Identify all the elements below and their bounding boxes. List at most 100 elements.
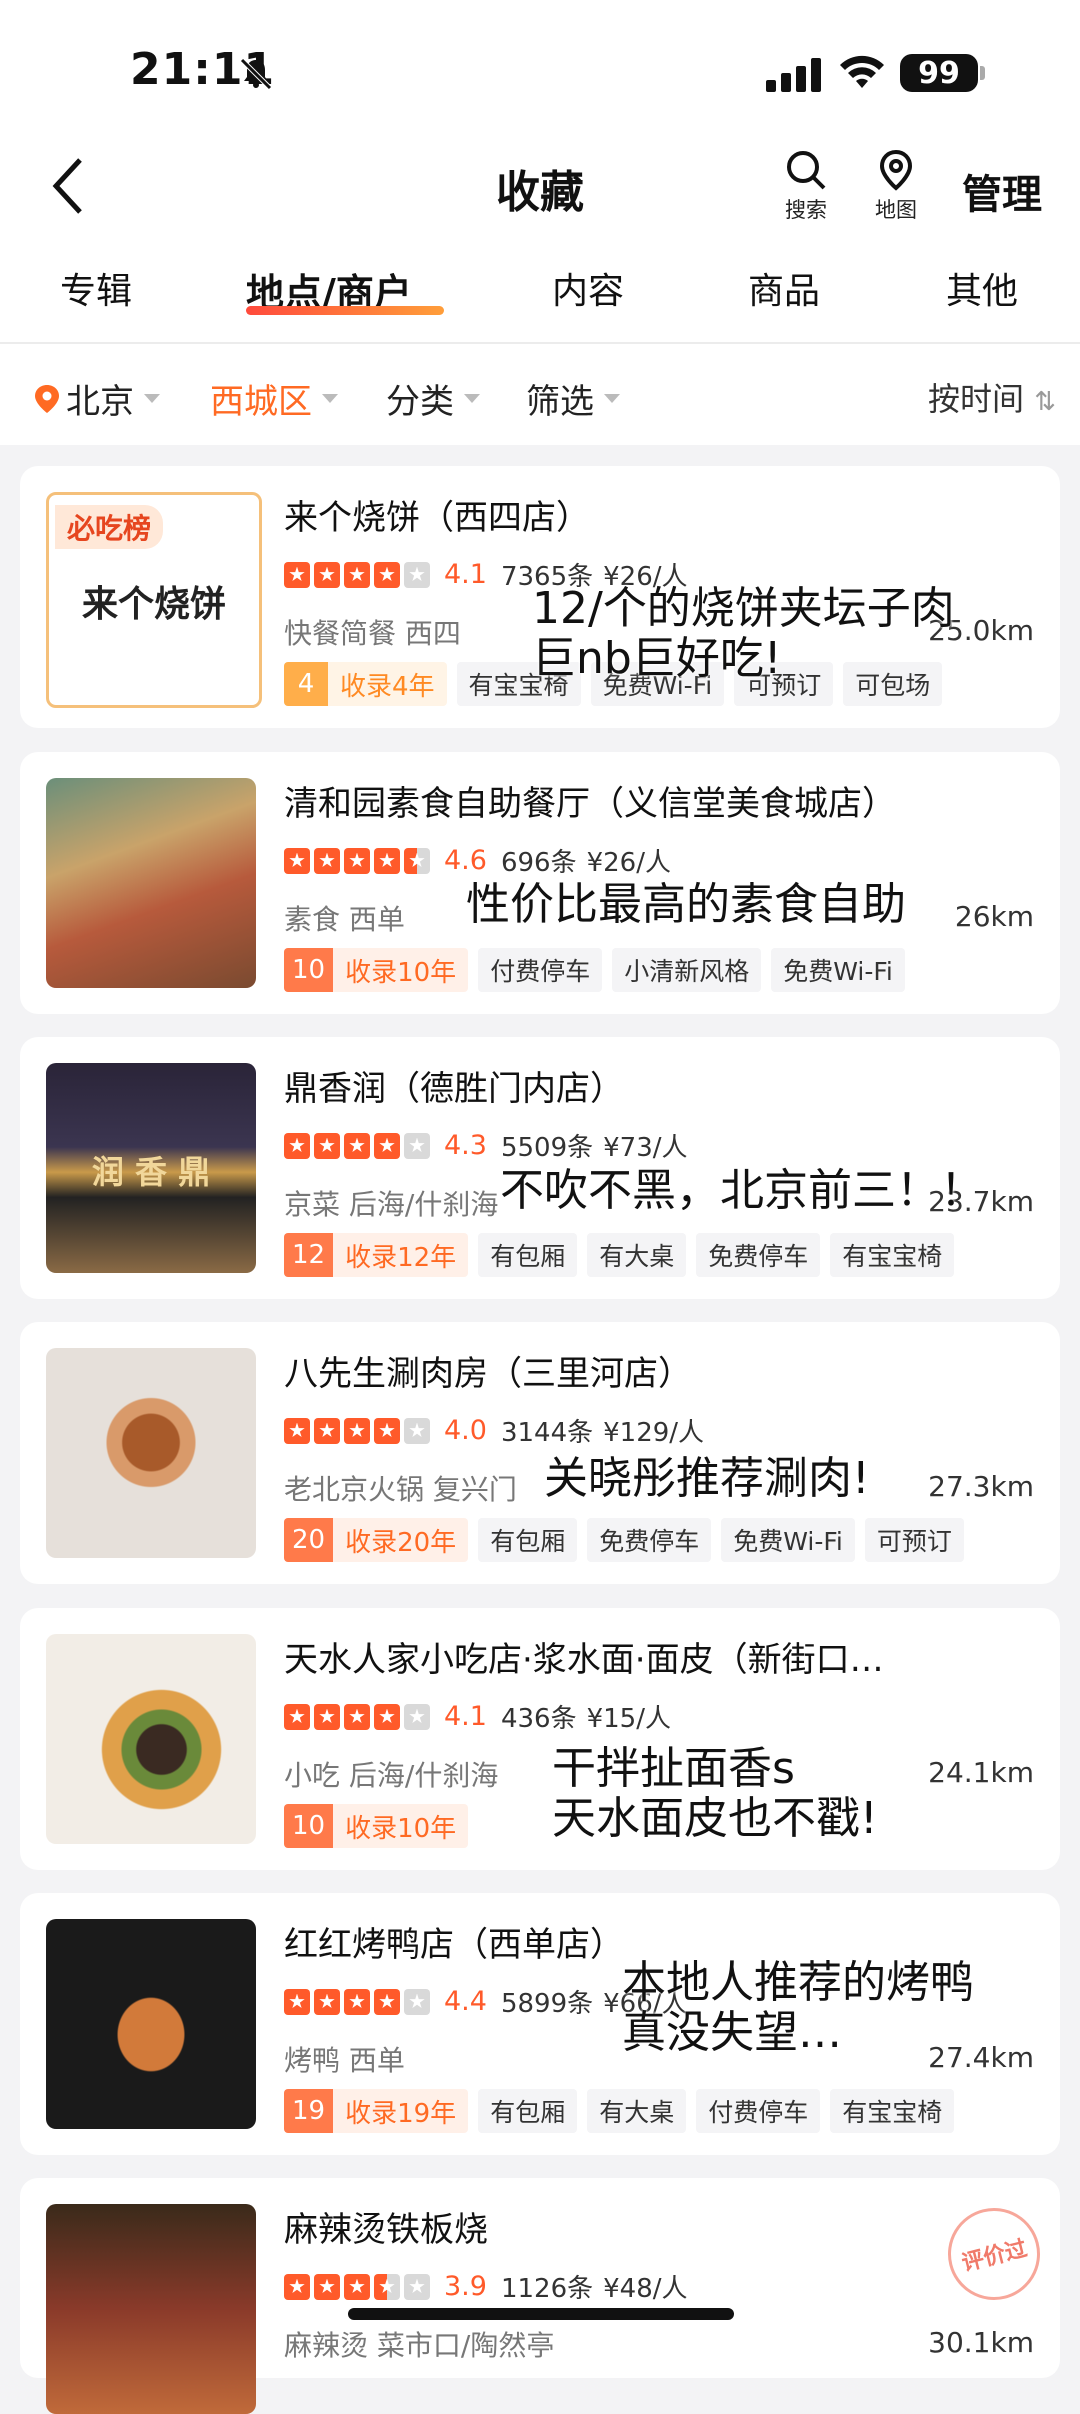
- saved-years-number: 19: [284, 2089, 334, 2133]
- tag-row: 10 收录10年 付费停车 小清新风格 免费Wi-Fi: [284, 948, 915, 992]
- saved-years-badge: 19 收录19年: [284, 2089, 469, 2133]
- star-icon: [374, 1703, 400, 1730]
- tab-goods[interactable]: 商品: [748, 262, 820, 314]
- star-icon: [404, 1417, 430, 1444]
- star-icon: [374, 1988, 400, 2015]
- caret-down-icon: [144, 394, 160, 403]
- review-count: 3144条: [500, 1418, 594, 1448]
- star-icon: [284, 1417, 310, 1444]
- rating-row: 4.0 3144条 ¥129/人: [284, 1412, 704, 1449]
- home-indicator: [348, 2308, 734, 2320]
- caret-down-icon: [322, 394, 338, 403]
- feature-tag: 免费Wi-Fi: [771, 948, 905, 992]
- star-rating: [284, 1132, 434, 1159]
- city-label: 北京: [66, 382, 134, 422]
- shop-name[interactable]: 鼎香润（德胜门内店）: [284, 1061, 624, 1110]
- handwritten-note: 不吹不黑，北京前三！！: [500, 1165, 984, 1216]
- rating-score: 4.1: [444, 1701, 487, 1732]
- star-icon: [404, 847, 430, 874]
- district-filter[interactable]: 西城区: [210, 374, 338, 423]
- shop-thumbnail: [46, 2204, 256, 2414]
- tab-content[interactable]: 内容: [552, 262, 624, 314]
- feature-tag: 付费停车: [696, 2089, 821, 2133]
- manage-button[interactable]: 管理: [962, 162, 1042, 220]
- category-filter[interactable]: 分类: [386, 374, 480, 423]
- feature-tag: 有大桌: [587, 2089, 687, 2133]
- battery-icon: 99: [900, 54, 978, 92]
- star-icon: [284, 847, 310, 874]
- rating-row: 4.3 5509条 ¥73/人: [284, 1127, 688, 1164]
- shop-name[interactable]: 红红烤鸭店（西单店）: [284, 1917, 624, 1966]
- shop-name[interactable]: 麻辣烫铁板烧: [284, 2202, 488, 2251]
- rating-score: 4.0: [444, 1415, 487, 1446]
- saved-years-label: 收录20年: [333, 1518, 469, 1562]
- caret-down-icon: [604, 394, 620, 403]
- map-label: 地图: [875, 198, 917, 222]
- shop-category: 京菜 后海/什刹海: [284, 1188, 499, 1221]
- star-icon: [344, 847, 370, 874]
- saved-years-number: 12: [284, 1233, 334, 1277]
- review-count: 5899条: [500, 1989, 594, 2019]
- feature-tag: 免费Wi-Fi: [721, 1518, 855, 1562]
- star-icon: [404, 561, 430, 588]
- handwritten-note: 干拌扯面香s 天水面皮也不戳!: [552, 1743, 878, 1844]
- reviewed-stamp: 评价过: [938, 2198, 1050, 2310]
- rating-row: 4.6 696条 ¥26/人: [284, 842, 671, 879]
- star-icon: [314, 1988, 340, 2015]
- search-button[interactable]: 搜索: [766, 148, 846, 224]
- distance: 27.3km: [928, 1470, 1034, 1503]
- shop-thumbnail: 必吃榜 来个烧饼: [46, 492, 262, 708]
- price-per-person: ¥15/人: [586, 1704, 671, 1734]
- list-item[interactable]: 天水人家小吃店·浆水面·面皮（新街口… 4.1 436条 ¥15/人小吃 后海/什刹海…: [20, 1608, 1060, 1870]
- price-per-person: ¥73/人: [603, 1133, 688, 1163]
- rating-row: 4.1 436条 ¥15/人: [284, 1698, 671, 1735]
- screen-filter[interactable]: 筛选: [526, 374, 620, 423]
- star-icon: [284, 1988, 310, 2015]
- sort-button[interactable]: 按时间 ⇅: [928, 374, 1056, 420]
- map-button[interactable]: 地图: [856, 148, 936, 224]
- shop-thumbnail: [46, 1634, 256, 1844]
- star-rating: [284, 1988, 434, 2015]
- star-icon: [374, 2273, 400, 2300]
- distance: 26km: [954, 900, 1034, 933]
- star-icon: [314, 1703, 340, 1730]
- saved-years-label: 收录10年: [333, 948, 469, 992]
- feature-tag: 可预订: [864, 1518, 964, 1562]
- caret-down-icon: [464, 394, 480, 403]
- saved-years-label: 收录12年: [333, 1233, 469, 1277]
- star-icon: [374, 1132, 400, 1159]
- status-bar: 21:11 99: [0, 0, 1080, 140]
- city-filter[interactable]: 北京: [34, 374, 160, 423]
- star-icon: [344, 1988, 370, 2015]
- shop-thumbnail: 润 香 鼎: [46, 1063, 256, 1273]
- list-item[interactable]: 麻辣烫铁板烧 3.9 1126条 ¥48/人 麻辣烫 菜市口/陶然亭 30.1km 评价过: [20, 2178, 1060, 2414]
- saved-years-badge: 4 收录4年: [284, 662, 447, 706]
- shop-name[interactable]: 清和园素食自助餐厅（义信堂美食城店）: [284, 776, 896, 825]
- active-tab-indicator: [246, 306, 444, 315]
- star-icon: [404, 1703, 430, 1730]
- rating-row: 3.9 1126条 ¥48/人: [284, 2268, 688, 2305]
- feature-tag: 有包厢: [478, 1233, 578, 1277]
- shop-name[interactable]: 天水人家小吃店·浆水面·面皮（新街口…: [284, 1632, 884, 1681]
- saved-years-label: 收录19年: [333, 2089, 469, 2133]
- sort-label: 按时间: [928, 380, 1025, 418]
- star-icon: [284, 1132, 310, 1159]
- star-icon: [314, 561, 340, 588]
- tab-album[interactable]: 专辑: [60, 262, 132, 314]
- feature-tag: 有宝宝椅: [830, 2089, 955, 2133]
- shop-name[interactable]: 来个烧饼（西四店）: [284, 490, 590, 539]
- star-icon: [314, 2273, 340, 2300]
- signal-icon: [766, 58, 821, 92]
- star-rating: [284, 2273, 434, 2300]
- feature-tag: 有大桌: [587, 1233, 687, 1277]
- saved-years-number: 20: [284, 1518, 334, 1562]
- review-count: 1126条: [500, 2274, 594, 2304]
- tab-other[interactable]: 其他: [946, 262, 1018, 314]
- list-item[interactable]: 八先生涮肉房（三里河店） 4.0 3144条 ¥129/人 老北京火锅 复兴门 27.3k…: [20, 1322, 1060, 1584]
- shop-category: 小吃 后海/什刹海: [284, 1759, 499, 1792]
- shop-name[interactable]: 八先生涮肉房（三里河店）: [284, 1346, 692, 1395]
- shop-thumbnail: [46, 778, 256, 988]
- saved-years-badge: 20 收录20年: [284, 1518, 469, 1562]
- saved-years-number: 10: [284, 948, 334, 992]
- header-area: 21:11 99 收藏 搜索 地图 管理 专辑 地点/商户 内容 商品 其他 北…: [0, 0, 1080, 445]
